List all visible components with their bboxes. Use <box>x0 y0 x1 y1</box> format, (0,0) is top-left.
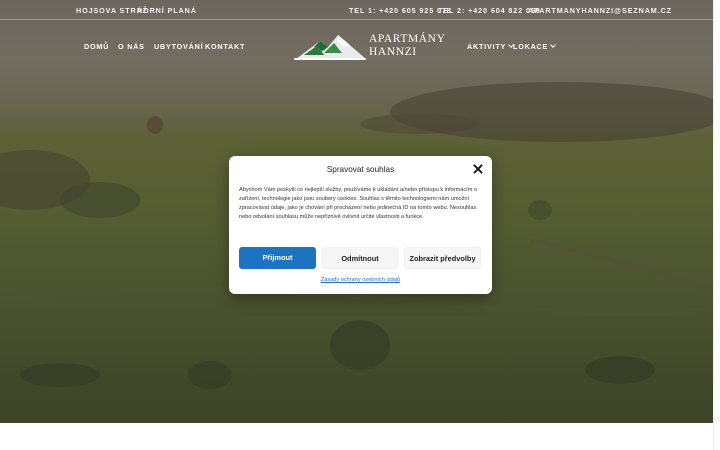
close-icon[interactable] <box>473 164 483 174</box>
accept-button[interactable]: Přijmout <box>239 247 316 269</box>
nav-item-activities-label: AKTIVITY <box>467 42 507 51</box>
nav-item-accommodation[interactable]: UBYTOVÁNÍ <box>154 42 203 51</box>
top-info-bar: HOJSOVA STRÁŽ HORNÍ PLANÁ TEL 1: +420 60… <box>0 0 713 20</box>
show-preferences-button[interactable]: Zobrazit předvolby <box>404 247 481 269</box>
brand-name-line-2: HANNZI <box>369 46 417 58</box>
brand-name[interactable]: APARTMÁNY HANNZI <box>369 33 446 59</box>
nav-item-home[interactable]: DOMŮ <box>84 42 109 51</box>
nav-item-activities[interactable]: AKTIVITY <box>467 42 514 51</box>
cookie-consent-dialog: Spravovat souhlas Abychom Vám poskytli c… <box>229 156 492 294</box>
nav-item-about[interactable]: O NÁS <box>118 42 145 51</box>
page-scrollbar[interactable] <box>713 0 720 450</box>
privacy-policy-link[interactable]: Zásady ochrany osobních údajů <box>229 277 492 283</box>
email-link[interactable]: APARTMANYHANNZI@SEZNAM.CZ <box>528 6 672 15</box>
brand-name-line-1: APARTMÁNY <box>369 33 446 45</box>
nav-item-contact[interactable]: KONTAKT <box>205 42 245 51</box>
phone-2-link[interactable]: TEL 2: +420 604 822 050 <box>438 6 541 15</box>
deny-button[interactable]: Odmítnout <box>322 247 398 269</box>
dialog-title: Spravovat souhlas <box>326 165 395 174</box>
chevron-down-icon <box>550 42 556 48</box>
location-link-horni-plana[interactable]: HORNÍ PLANÁ <box>137 6 197 15</box>
dialog-message: Abychom Vám poskytli co nejlepší služby,… <box>239 187 478 220</box>
phone-1-link[interactable]: TEL 1: +420 605 925 078 <box>349 6 452 15</box>
nav-item-locations-label: LOKACE <box>513 42 549 51</box>
nav-item-locations[interactable]: LOKACE <box>513 42 556 51</box>
